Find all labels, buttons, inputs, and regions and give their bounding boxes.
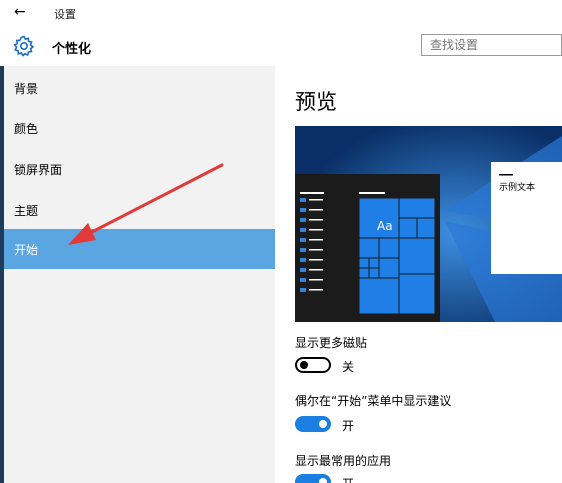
preview-sample-text: 示例文本 (499, 181, 535, 193)
sidebar-item-start[interactable]: 开始 (4, 229, 275, 269)
show-most-used-toggle[interactable] (295, 474, 331, 483)
start-menu-preview: Aa 示例文本 (295, 126, 562, 322)
section-title: 个性化 (52, 42, 92, 57)
sidebar-item-background[interactable]: 背景 (4, 68, 275, 108)
preview-title: 预览 (295, 90, 337, 114)
sidebar-item-themes[interactable]: 主题 (4, 190, 275, 230)
toggle-knob (300, 361, 308, 369)
title-bar: ← 设置 (0, 0, 562, 26)
content-pane: 预览 Aa 示例文本 显示更多磁贴 关 偶尔在“开始”菜单中显示建议 开 显示最… (275, 66, 562, 483)
header: 个性化 (0, 26, 562, 66)
search-input[interactable] (421, 34, 562, 56)
preview-illustration: Aa 示例文本 (295, 126, 562, 322)
show-more-tiles-toggle[interactable] (295, 357, 331, 373)
show-most-used-state: 开 (342, 475, 354, 483)
gear-icon (13, 35, 35, 57)
preview-tile-text: Aa (377, 219, 393, 233)
toggle-knob (319, 420, 327, 428)
show-suggestions-label: 偶尔在“开始”菜单中显示建议 (295, 394, 452, 408)
sidebar-item-lock-screen[interactable]: 锁屏界面 (4, 149, 275, 189)
show-more-tiles-label: 显示更多磁贴 (295, 336, 368, 350)
sidebar: 背景 颜色 锁屏界面 主题 开始 (0, 66, 275, 483)
show-most-used-label: 显示最常用的应用 (295, 454, 392, 468)
show-more-tiles-state: 关 (342, 360, 355, 374)
show-suggestions-state: 开 (342, 419, 355, 433)
back-arrow-icon[interactable]: ← (14, 4, 26, 20)
window-title: 设置 (54, 8, 76, 21)
toggle-knob (319, 478, 327, 483)
sidebar-item-colors[interactable]: 颜色 (4, 108, 275, 148)
show-suggestions-toggle[interactable] (295, 416, 331, 432)
